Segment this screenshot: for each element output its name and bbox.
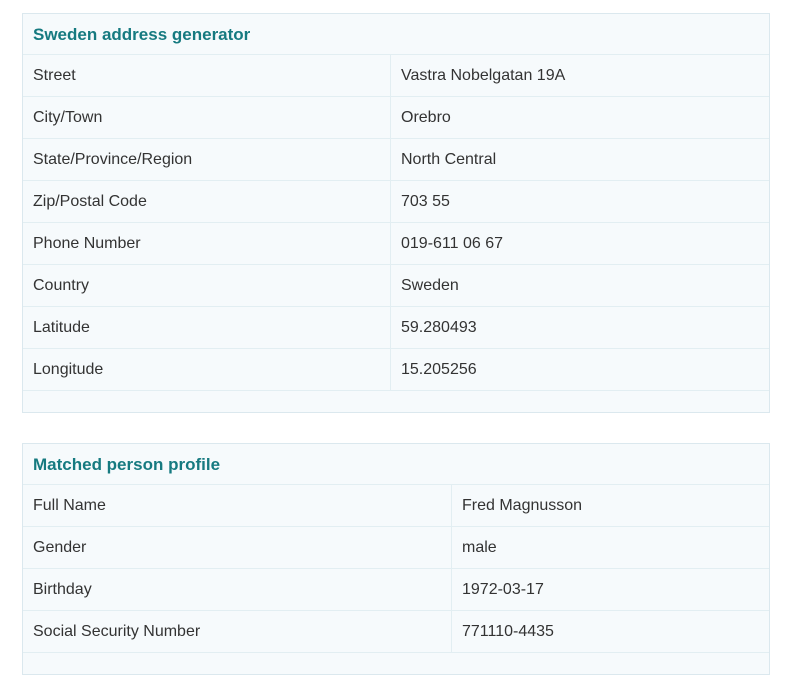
ssn-value: 771110-4435 bbox=[462, 623, 554, 640]
table-row: State/Province/Region North Central bbox=[23, 139, 769, 181]
panel-footer bbox=[23, 653, 769, 675]
table-row: Full Name Fred Magnusson bbox=[23, 485, 769, 527]
full-name-label: Full Name bbox=[23, 485, 452, 526]
zip-value: 703 55 bbox=[401, 193, 450, 210]
birthday-label: Birthday bbox=[23, 569, 452, 610]
country-label: Country bbox=[23, 265, 391, 306]
table-row: Zip/Postal Code 703 55 bbox=[23, 181, 769, 223]
panel-footer bbox=[23, 391, 769, 413]
full-name-value: Fred Magnusson bbox=[462, 497, 583, 514]
zip-label: Zip/Postal Code bbox=[23, 181, 391, 222]
table-row: Phone Number 019-611 06 67 bbox=[23, 223, 769, 265]
longitude-label: Longitude bbox=[23, 349, 391, 390]
street-value: Vastra Nobelgatan 19A bbox=[401, 67, 566, 84]
birthday-value: 1972-03-17 bbox=[462, 581, 544, 598]
person-panel: Matched person profile Full Name Fred Ma… bbox=[22, 443, 770, 675]
city-label: City/Town bbox=[23, 97, 391, 138]
table-row: Latitude 59.280493 bbox=[23, 307, 769, 349]
longitude-value: 15.205256 bbox=[401, 361, 477, 378]
latitude-label: Latitude bbox=[23, 307, 391, 348]
gender-value: male bbox=[462, 539, 497, 556]
table-row: Longitude 15.205256 bbox=[23, 349, 769, 391]
person-panel-title: Matched person profile bbox=[23, 444, 769, 485]
latitude-value: 59.280493 bbox=[401, 319, 477, 336]
street-label: Street bbox=[23, 55, 391, 96]
region-label: State/Province/Region bbox=[23, 139, 391, 180]
table-row: Gender male bbox=[23, 527, 769, 569]
ssn-label: Social Security Number bbox=[23, 611, 452, 652]
address-panel-title: Sweden address generator bbox=[23, 14, 769, 55]
gender-label: Gender bbox=[23, 527, 452, 568]
address-panel: Sweden address generator Street Vastra N… bbox=[22, 13, 770, 413]
phone-value: 019-611 06 67 bbox=[401, 235, 504, 252]
table-row: Country Sweden bbox=[23, 265, 769, 307]
table-row: City/Town Orebro bbox=[23, 97, 769, 139]
table-row: Birthday 1972-03-17 bbox=[23, 569, 769, 611]
country-value: Sweden bbox=[401, 277, 459, 294]
table-row: Street Vastra Nobelgatan 19A bbox=[23, 55, 769, 97]
city-value: Orebro bbox=[401, 109, 451, 126]
table-row: Social Security Number 771110-4435 bbox=[23, 611, 769, 653]
region-value: North Central bbox=[401, 151, 497, 168]
phone-label: Phone Number bbox=[23, 223, 391, 264]
